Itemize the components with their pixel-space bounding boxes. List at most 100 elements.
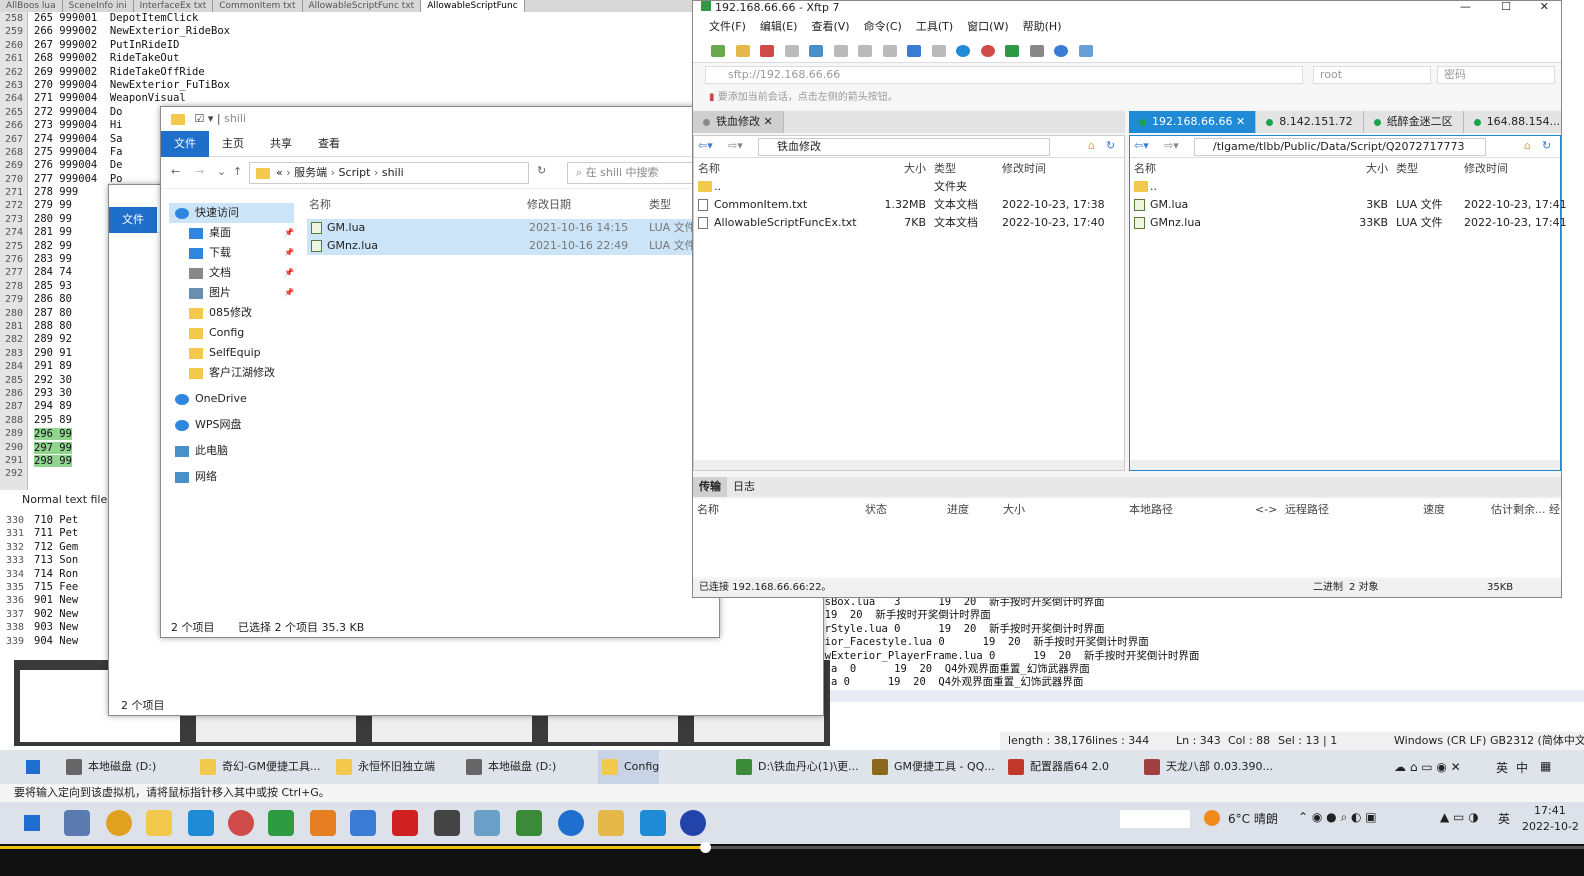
taskbar-item[interactable]: GM便捷工具 - QQ...: [868, 750, 995, 784]
column-header[interactable]: 速度: [1423, 501, 1445, 519]
nav-item[interactable]: WPS网盘: [169, 415, 294, 435]
windows-start-icon[interactable]: [24, 815, 40, 831]
breadcrumb-item[interactable]: shili: [382, 166, 404, 179]
quick-access-toolbar[interactable]: ☑ ▾ |: [195, 112, 221, 125]
nav-item[interactable]: 文档 📌: [169, 263, 294, 283]
pin-icon[interactable]: 📌: [284, 243, 294, 263]
home-icon[interactable]: ⌂: [1524, 139, 1531, 152]
lua-icon[interactable]: [680, 810, 706, 836]
nav-item[interactable]: 图片 📌: [169, 283, 294, 303]
open-folder-icon[interactable]: [735, 45, 750, 57]
properties-icon[interactable]: [809, 45, 823, 57]
nav-item[interactable]: 085修改: [169, 303, 294, 323]
ribbon-tab[interactable]: 主页: [209, 131, 257, 157]
disconnect-icon[interactable]: [760, 45, 774, 57]
breadcrumb-item[interactable]: Script: [339, 166, 371, 179]
column-header[interactable]: 类型: [934, 160, 956, 178]
nav-item[interactable]: 桌面 📌: [169, 223, 294, 243]
session-tab[interactable]: 纸醉金迷二区: [1363, 111, 1464, 133]
transfer-tab[interactable]: 日志: [727, 477, 761, 497]
file-row[interactable]: GMnz.lua 33KB LUA 文件 2022-10-23, 17:41: [1130, 214, 1567, 232]
editor-tab[interactable]: AllowableScriptFunc: [421, 0, 525, 12]
column-header[interactable]: 大小: [904, 160, 926, 178]
search-input[interactable]: ⌕ 在 shili 中搜索: [567, 162, 707, 184]
taskbar-item[interactable]: 天龙八部 0.03.390...: [1140, 750, 1273, 784]
menu-item[interactable]: 查看(V): [811, 15, 849, 39]
xshell-icon[interactable]: [228, 810, 254, 836]
file-row[interactable]: GM.lua 3KB LUA 文件 2022-10-23, 17:41: [1130, 196, 1567, 214]
up-arrow-icon[interactable]: ↑: [233, 165, 242, 178]
refresh-icon[interactable]: ↻: [1106, 139, 1115, 152]
editor-tab[interactable]: InterfaceEx txt: [134, 0, 214, 12]
host-address-input[interactable]: sftp://192.168.66.66: [705, 66, 1303, 84]
column-header[interactable]: 估计剩余...: [1491, 501, 1546, 519]
tray-icons[interactable]: ☁ ⌂ ▭ ◉ ✕: [1394, 760, 1461, 774]
transfer-icon[interactable]: [907, 45, 921, 57]
progress-track[interactable]: [706, 846, 1584, 849]
menu-item[interactable]: 文件(F): [709, 15, 746, 39]
column-header[interactable]: 类型: [1396, 160, 1418, 178]
gear-icon[interactable]: [1029, 45, 1044, 57]
column-header[interactable]: 名称: [698, 160, 720, 178]
transfer-tab[interactable]: 传输: [693, 477, 727, 497]
app-icon[interactable]: [188, 810, 214, 836]
app-icon[interactable]: [598, 810, 624, 836]
app-icon[interactable]: [64, 810, 90, 836]
menu-item[interactable]: 帮助(H): [1023, 15, 1062, 39]
pin-icon[interactable]: 📌: [284, 283, 294, 303]
taskbar-item[interactable]: 奇幻-GM便捷工具...: [196, 750, 320, 784]
pin-icon[interactable]: 📌: [284, 223, 294, 243]
file-row[interactable]: .. 文件夹: [694, 178, 1124, 196]
app-icon[interactable]: [434, 810, 460, 836]
username-input[interactable]: root: [1313, 66, 1431, 84]
nav-item[interactable]: 客户江湖修改: [169, 363, 294, 383]
tray-icons[interactable]: ⌃ ◉ ● ⌕ ◐ ▣: [1298, 810, 1377, 825]
chrome-icon[interactable]: [106, 810, 132, 836]
column-header[interactable]: 名称: [1134, 160, 1156, 178]
tab-local-folder[interactable]: 铁血修改 ✕: [693, 111, 784, 133]
ribbon-tab[interactable]: 共享: [257, 131, 305, 157]
maximize-icon[interactable]: ☐: [1501, 1, 1511, 13]
menu-item[interactable]: 工具(T): [916, 15, 953, 39]
file-row[interactable]: GMnz.lua 2021-10-16 22:49 LUA 文件: [307, 237, 697, 255]
ribbon-tab[interactable]: 文件: [161, 131, 209, 157]
column-header[interactable]: 状态: [865, 501, 887, 519]
taskbar-item[interactable]: Config: [598, 750, 660, 784]
globe-icon[interactable]: [956, 45, 970, 57]
home-icon[interactable]: ⌂: [1088, 139, 1095, 152]
nav-item[interactable]: OneDrive: [169, 389, 294, 409]
forward-arrow-icon[interactable]: →: [195, 165, 204, 178]
tab-file-back[interactable]: 文件: [109, 207, 157, 233]
column-name[interactable]: 名称: [309, 196, 331, 212]
file-row[interactable]: CommonItem.txt 1.32MB 文本文档 2022-10-23, 17:3…: [694, 196, 1124, 214]
editor-tab[interactable]: CommonItem txt: [213, 0, 303, 12]
pin-icon[interactable]: 📌: [284, 263, 294, 283]
column-date[interactable]: 修改日期: [527, 196, 571, 212]
bookmark-icon[interactable]: ▮: [709, 92, 715, 103]
nav-item[interactable]: 此电脑: [169, 441, 294, 461]
session-tab[interactable]: 192.168.66.66 ✕: [1129, 111, 1257, 133]
xftp-icon[interactable]: [1005, 45, 1019, 57]
ime-mode[interactable]: 中: [1516, 759, 1528, 776]
taskbar-item[interactable]: 本地磁盘 (D:): [462, 750, 556, 784]
remote-path-input[interactable]: /tlgame/tlbb/Public/Data/Script/Q2072717…: [1194, 138, 1486, 156]
left-path-input[interactable]: 铁血修改: [758, 138, 1050, 156]
app-icon[interactable]: [640, 810, 666, 836]
column-header[interactable]: 本地路径: [1129, 501, 1173, 519]
nav-item[interactable]: 下载 📌: [169, 243, 294, 263]
close-tab-icon[interactable]: ✕: [1232, 115, 1245, 128]
progress-handle[interactable]: [700, 842, 711, 853]
column-type[interactable]: 类型: [649, 196, 671, 212]
tray-icons[interactable]: ▲ ▭ ◑: [1440, 810, 1479, 824]
forward-arrow-icon[interactable]: ⇨▾: [728, 139, 743, 152]
column-header[interactable]: 修改时间: [1002, 160, 1046, 178]
wps-icon[interactable]: [392, 810, 418, 836]
windows-start-icon[interactable]: [26, 760, 40, 774]
breadcrumb-item[interactable]: «: [276, 166, 283, 179]
file-row[interactable]: ..: [1130, 178, 1560, 196]
app-icon[interactable]: [558, 810, 584, 836]
xshell-icon[interactable]: [980, 45, 995, 57]
editor-tab[interactable]: SceneInfo ini: [63, 0, 134, 12]
file-explorer-icon[interactable]: [146, 810, 172, 836]
ime-indicator[interactable]: 英: [1496, 759, 1508, 776]
